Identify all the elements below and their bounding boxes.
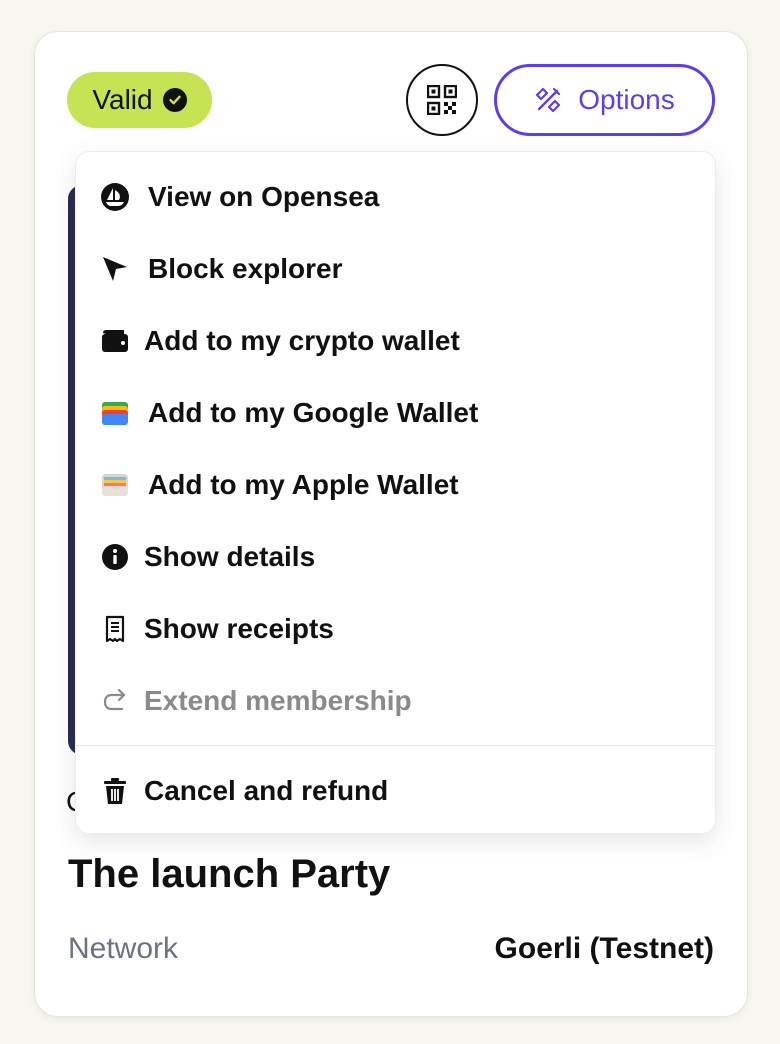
info-icon bbox=[100, 542, 130, 572]
menu-item-label: Extend membership bbox=[144, 685, 412, 716]
menu-item-cancel-and-refund[interactable]: Cancel and refund bbox=[76, 761, 715, 821]
wallet-icon bbox=[100, 326, 130, 356]
menu-item-label: Cancel and refund bbox=[144, 775, 389, 806]
opensea-icon bbox=[100, 182, 130, 212]
event-title: The launch Party bbox=[68, 852, 391, 896]
apple-wallet-icon bbox=[100, 470, 130, 500]
network-label: Network bbox=[68, 932, 179, 965]
qr-code-icon bbox=[427, 85, 457, 115]
check-circle-icon bbox=[162, 88, 187, 112]
network-value: Goerli (Testnet) bbox=[494, 932, 714, 965]
trash-icon bbox=[100, 776, 130, 806]
status-badge: Valid bbox=[67, 72, 212, 128]
menu-item-show-receipts[interactable]: Show receipts bbox=[76, 599, 715, 659]
menu-divider bbox=[76, 745, 715, 746]
menu-item-label: Add to my Google Wallet bbox=[148, 397, 479, 428]
menu-item-label: View on Opensea bbox=[148, 181, 380, 212]
menu-item-label: Add to my crypto wallet bbox=[144, 325, 460, 356]
menu-item-show-details[interactable]: Show details bbox=[76, 527, 715, 587]
menu-item-add-crypto-wallet[interactable]: Add to my crypto wallet bbox=[76, 311, 715, 371]
menu-item-label: Block explorer bbox=[148, 253, 343, 284]
options-button[interactable]: Options bbox=[494, 64, 715, 136]
redo-arrow-icon bbox=[100, 686, 130, 716]
options-button-label: Options bbox=[578, 84, 675, 115]
menu-item-add-google-wallet[interactable]: Add to my Google Wallet bbox=[76, 383, 715, 443]
google-wallet-icon bbox=[100, 398, 130, 428]
status-badge-label: Valid bbox=[92, 84, 153, 115]
menu-item-extend-membership: Extend membership bbox=[76, 671, 715, 731]
cursor-arrow-icon bbox=[100, 254, 130, 284]
menu-item-view-on-opensea[interactable]: View on Opensea bbox=[76, 167, 715, 227]
menu-item-add-apple-wallet[interactable]: Add to my Apple Wallet bbox=[76, 455, 715, 515]
menu-item-label: Show details bbox=[144, 541, 316, 572]
menu-item-block-explorer[interactable]: Block explorer bbox=[76, 239, 715, 299]
tools-icon bbox=[536, 87, 561, 113]
qr-code-button[interactable] bbox=[406, 64, 478, 136]
options-dropdown-menu: View on Opensea Block explorer Add to my… bbox=[75, 151, 716, 834]
receipt-icon bbox=[100, 614, 130, 644]
menu-item-label: Show receipts bbox=[144, 613, 334, 644]
menu-item-label: Add to my Apple Wallet bbox=[148, 469, 459, 500]
